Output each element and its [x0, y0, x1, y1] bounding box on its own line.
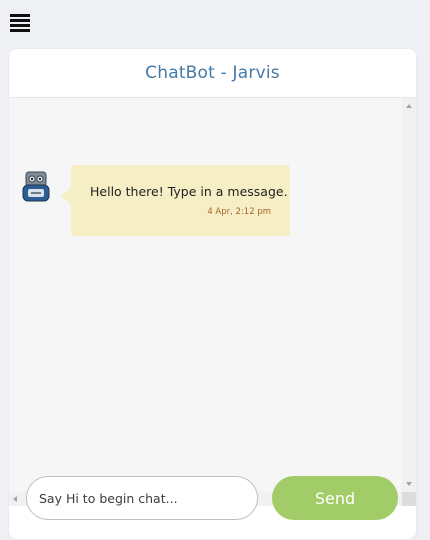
bot-message-time: 4 Apr, 2:12 pm	[207, 207, 271, 217]
composer-row: Send	[9, 476, 416, 539]
hamburger-line	[10, 14, 30, 17]
send-button[interactable]: Send	[272, 476, 398, 520]
scroll-up-arrow-icon[interactable]	[406, 104, 412, 108]
scrollbar-corner	[402, 492, 416, 506]
scroll-down-arrow-icon[interactable]	[406, 482, 412, 486]
robot-icon	[22, 171, 50, 203]
robot-avatar-svg	[22, 171, 50, 202]
chat-messages-area[interactable]: Hello there! Type in a message. 4 Apr, 2…	[9, 98, 402, 492]
hamburger-menu-icon[interactable]	[10, 14, 30, 32]
hamburger-line	[10, 19, 30, 22]
message-input[interactable]	[26, 476, 258, 520]
hamburger-line	[10, 29, 30, 32]
chat-title: ChatBot - Jarvis	[145, 63, 280, 83]
bot-message-bubble: Hello there! Type in a message. 4 Apr, 2…	[61, 165, 290, 236]
scroll-left-arrow-icon[interactable]	[13, 496, 17, 502]
hamburger-line	[10, 24, 30, 27]
chat-card: ChatBot - Jarvis Hello there! Type in a …	[9, 49, 416, 539]
bot-message-text: Hello there! Type in a message.	[90, 184, 288, 199]
chat-header: ChatBot - Jarvis	[9, 49, 416, 98]
vertical-scrollbar[interactable]	[402, 98, 416, 492]
